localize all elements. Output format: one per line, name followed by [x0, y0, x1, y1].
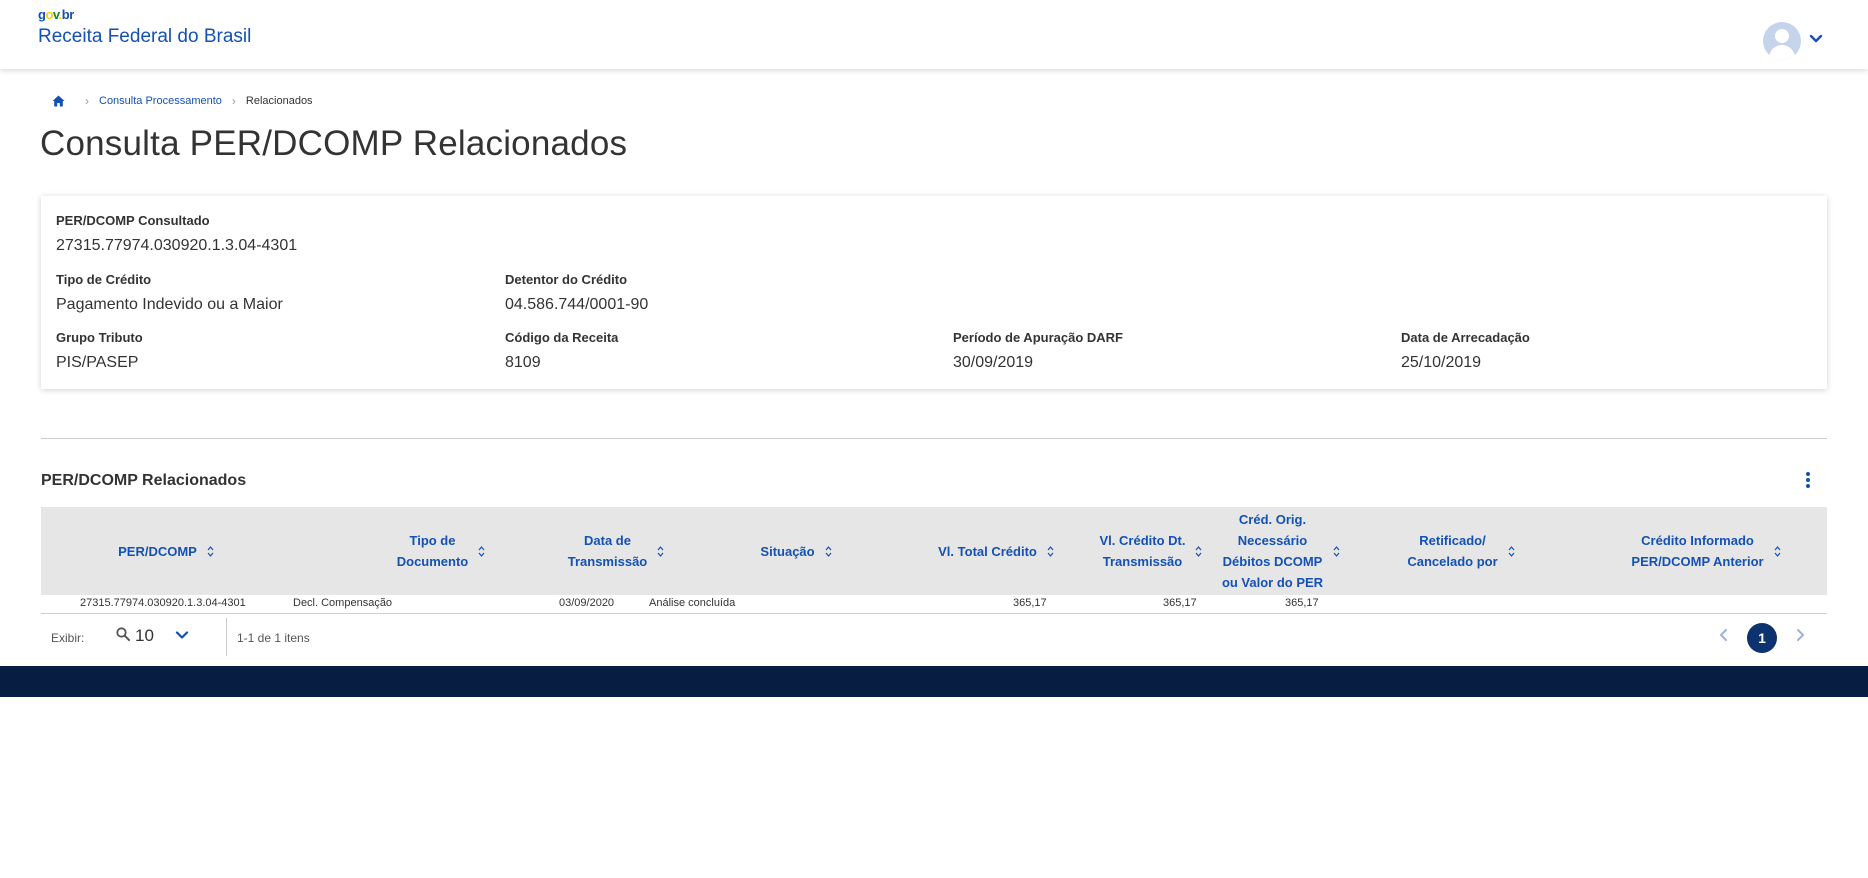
page-footer	[0, 666, 1868, 697]
page-title: Consulta PER/DCOMP Relacionados	[40, 124, 628, 163]
details-card: PER/DCOMP Consultado 27315.77974.030920.…	[41, 196, 1827, 389]
sort-icon[interactable]	[657, 545, 664, 558]
logo-letter: r	[69, 7, 74, 22]
field-label-detentor-credito: Detentor do Crédito	[505, 272, 628, 287]
column-header-label: Data de Transmissão	[567, 533, 648, 569]
field-label-tipo-credito: Tipo de Crédito	[56, 272, 152, 287]
column-header-per-dcomp[interactable]: PER/DCOMP	[81, 507, 251, 595]
user-avatar[interactable]	[1763, 22, 1801, 60]
home-icon[interactable]	[52, 95, 65, 107]
cell-per-dcomp[interactable]: 27315.77974.030920.1.3.04-4301	[80, 597, 246, 609]
sort-icon[interactable]	[1047, 545, 1054, 558]
field-value-grupo-tributo: PIS/PASEP	[56, 354, 139, 371]
column-header-label: Vl. Crédito Dt. Transmissão	[1099, 533, 1186, 569]
column-header-label: Tipo de Documento	[396, 533, 469, 569]
app-title[interactable]: Receita Federal do Brasil	[38, 26, 251, 48]
column-header-retificado-cancelado[interactable]: Retificado/ Cancelado por	[1361, 507, 1561, 595]
sort-icon[interactable]	[478, 545, 485, 558]
cell-tipo-documento: Decl. Compensação	[293, 597, 393, 609]
column-header-label: Situação	[760, 543, 815, 559]
sort-icon[interactable]	[825, 545, 832, 558]
column-header-data-transmissao[interactable]: Data de Transmissão	[536, 507, 696, 595]
column-header-situacao[interactable]: Situação	[721, 507, 871, 595]
field-label-codigo-receita: Código da Receita	[505, 330, 619, 345]
items-range-info: 1-1 de 1 itens	[237, 631, 310, 645]
chevron-right-icon: ›	[231, 94, 236, 108]
field-value-per-dcomp-consultado: 27315.77974.030920.1.3.04-4301	[56, 237, 298, 254]
chevron-down-icon[interactable]	[175, 628, 189, 642]
table-row[interactable]: 27315.77974.030920.1.3.04-4301 Decl. Com…	[41, 595, 1827, 614]
table-title: PER/DCOMP Relacionados	[41, 472, 247, 489]
show-label: Exibir:	[51, 631, 85, 645]
pagination-divider	[226, 618, 227, 656]
column-header-label: Vl. Total Crédito	[938, 543, 1037, 559]
sort-icon[interactable]	[1333, 545, 1340, 558]
field-label-periodo-apuracao: Período de Apuração DARF	[953, 330, 1123, 345]
field-value-data-arrecadacao: 25/10/2019	[1401, 354, 1482, 371]
page-button-current[interactable]: 1	[1747, 623, 1777, 653]
column-header-label: Créd. Orig. Necessário Débitos DCOMP ou …	[1221, 512, 1324, 590]
field-label-grupo-tributo: Grupo Tributo	[56, 330, 143, 345]
breadcrumb-current: Relacionados	[245, 95, 313, 107]
field-value-detentor-credito: 04.586.744/0001-90	[505, 296, 649, 313]
sort-icon[interactable]	[1774, 545, 1781, 558]
cell-vl-total-credito: 365,17	[1013, 597, 1047, 609]
breadcrumb-link-consulta-processamento[interactable]: Consulta Processamento	[99, 95, 222, 107]
column-header-label: Crédito Informado PER/DCOMP Anterior	[1631, 533, 1764, 569]
chevron-right-icon: ›	[85, 94, 89, 108]
column-header-credito-informado[interactable]: Crédito Informado PER/DCOMP Anterior	[1591, 507, 1821, 595]
chevron-right-icon[interactable]	[1793, 627, 1807, 643]
column-header-cred-orig-necessario[interactable]: Créd. Orig. Necessário Débitos DCOMP ou …	[1181, 507, 1381, 595]
cell-vl-credito-dt-transmissao: 365,17	[1163, 597, 1197, 609]
table-header: PER/DCOMP Tipo de Documento Data de Tran…	[41, 507, 1827, 595]
app-header: gov.br Receita Federal do Brasil	[0, 0, 1868, 69]
field-value-codigo-receita: 8109	[505, 354, 541, 371]
chevron-down-icon[interactable]	[1808, 30, 1824, 46]
breadcrumb: › Consulta Processamento › Relacionados	[52, 93, 313, 109]
column-header-label: PER/DCOMP	[118, 543, 197, 559]
govbr-logo[interactable]: gov.br	[38, 7, 74, 22]
avatar-body	[1769, 45, 1795, 60]
chevron-left-icon[interactable]	[1717, 627, 1731, 643]
cell-data-transmissao: 03/09/2020	[559, 597, 615, 609]
field-value-tipo-credito: Pagamento Indevido ou a Maior	[56, 296, 283, 313]
column-header-label: Retificado/ Cancelado por	[1407, 533, 1498, 569]
section-divider	[41, 438, 1827, 439]
items-per-page-select[interactable]: 10	[135, 626, 154, 646]
search-icon	[116, 627, 130, 641]
field-value-periodo-apuracao: 30/09/2019	[953, 354, 1034, 371]
more-options-icon[interactable]	[1800, 471, 1816, 491]
field-label-per-dcomp-consultado: PER/DCOMP Consultado	[56, 213, 210, 228]
cell-situacao: Análise concluída	[649, 597, 736, 609]
logo-letter: o	[45, 7, 53, 22]
field-label-data-arrecadacao: Data de Arrecadação	[1401, 330, 1530, 345]
pagination-bar: Exibir: 10 1-1 de 1 itens 1	[41, 616, 1827, 656]
column-header-tipo-documento[interactable]: Tipo de Documento	[371, 507, 511, 595]
cell-cred-orig-necessario: 365,17	[1285, 597, 1319, 609]
sort-icon[interactable]	[1508, 545, 1515, 558]
column-header-vl-total-credito[interactable]: Vl. Total Crédito	[911, 507, 1081, 595]
sort-icon[interactable]	[207, 545, 214, 558]
avatar-head	[1775, 29, 1789, 43]
